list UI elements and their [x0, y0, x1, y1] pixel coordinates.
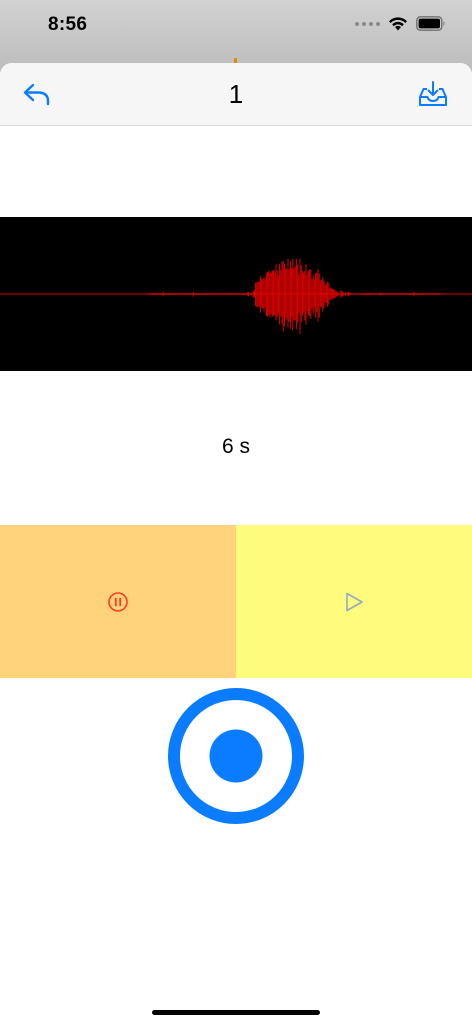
record-button-icon [168, 688, 304, 824]
duration-label: 6 s [221, 435, 250, 458]
save-button[interactable] [416, 77, 450, 111]
playback-controls [0, 525, 472, 678]
home-indicator [152, 1010, 320, 1015]
status-icons [355, 16, 446, 31]
play-button[interactable] [236, 525, 472, 678]
pause-button[interactable] [0, 525, 236, 678]
tray-download-icon [419, 81, 447, 106]
play-outline-icon [346, 592, 363, 611]
record-button[interactable] [166, 686, 306, 826]
recording-sheet: 1 6 s [0, 63, 472, 1024]
waveform-view [0, 217, 472, 371]
waveform-graphic [0, 258, 472, 334]
page-title: 1 [228, 79, 244, 109]
battery-icon [416, 16, 445, 31]
app-screen: 8:56 1 6 s [0, 0, 472, 1024]
signal-dots-icon [355, 21, 380, 26]
wifi-icon [389, 17, 407, 31]
pause-circle-icon [108, 591, 128, 612]
navigation-bar: 1 [0, 63, 472, 126]
status-bar: 8:56 [0, 0, 472, 56]
status-time: 8:56 [48, 14, 88, 35]
